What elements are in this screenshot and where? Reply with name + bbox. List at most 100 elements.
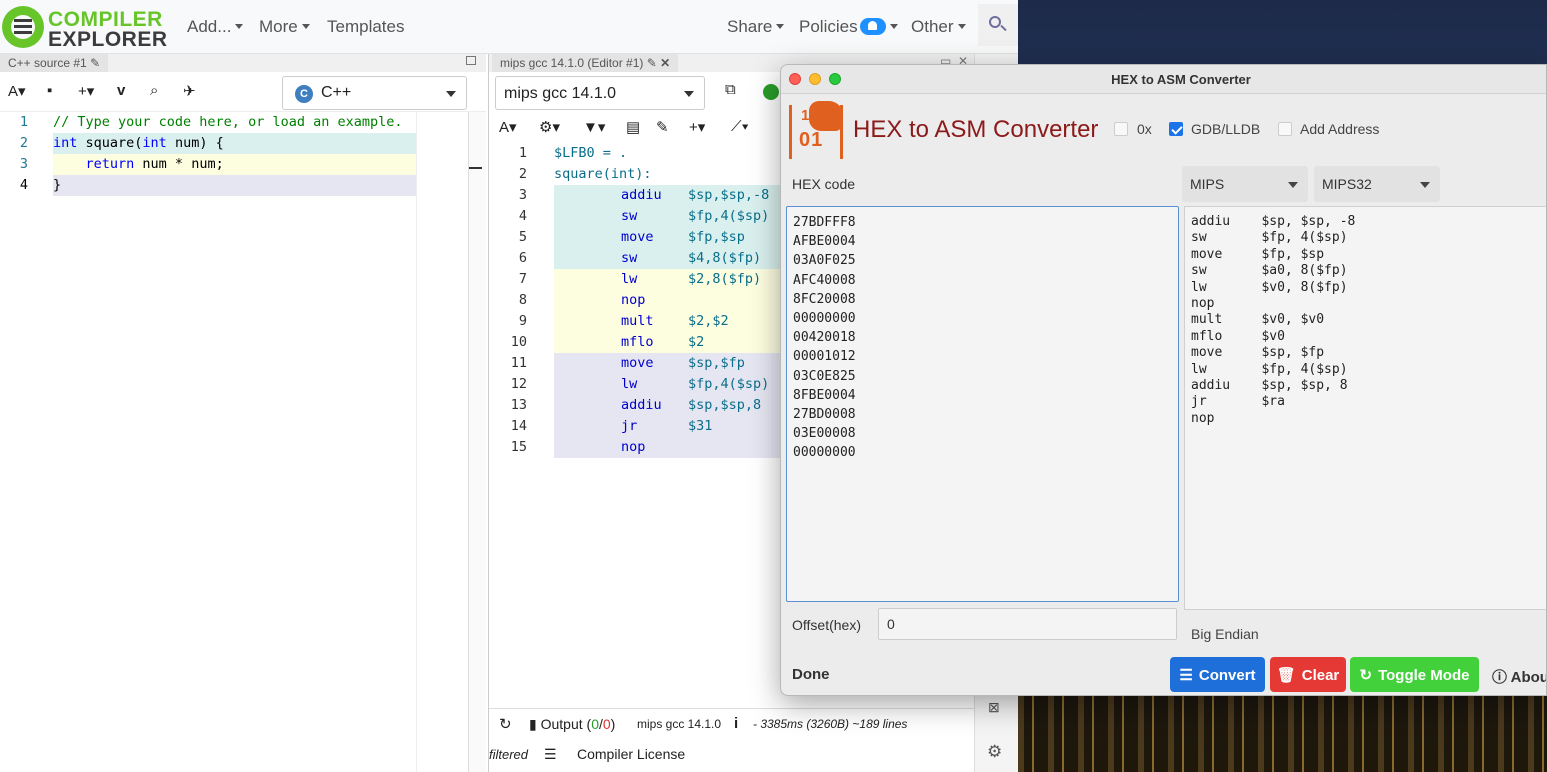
filter-icon[interactable]: ▼▾ (583, 118, 605, 136)
editor-scrollbar[interactable] (468, 112, 486, 772)
source-line[interactable]: 4} (0, 175, 416, 196)
code-text: } (53, 175, 416, 196)
book-icon[interactable]: ▤ (626, 118, 640, 136)
minimap[interactable] (416, 112, 468, 772)
vim-icon[interactable]: v (117, 82, 125, 99)
gear-icon[interactable]: ⚙▾ (539, 118, 560, 136)
menu-bars-icon (14, 19, 32, 35)
asm-operands: $2 (688, 334, 705, 350)
add-tool-icon[interactable]: +▾ (689, 118, 705, 136)
source-line[interactable]: 2 int square(int num) { (0, 133, 416, 154)
asm-opcode: jr (621, 418, 638, 434)
asm-line[interactable]: 10 mflo $2 (489, 332, 789, 353)
hex-to-asm-window: HEX to ASM Converter 1 01 HEX to ASM Conv… (780, 64, 1547, 696)
settings-gear-icon[interactable]: ⚙ (987, 742, 1002, 762)
source-line[interactable]: 1 // Type your code here, or load an exam… (0, 112, 416, 133)
checkbox-0x[interactable] (1114, 122, 1128, 136)
asm-line[interactable]: 15 nop (489, 437, 789, 458)
list-icon: ☰ (1179, 667, 1193, 684)
asm-options-toolbar: A▾ ⚙▾ ▼▾ ▤ ✎ +▾ ⟋▾ (489, 112, 789, 144)
pencil-icon[interactable]: ✎ (90, 56, 100, 70)
checkbox-gdb-lldb[interactable] (1169, 122, 1183, 136)
nav-other[interactable]: Other (911, 17, 966, 37)
asm-line[interactable]: 12 lw $fp,4($sp) (489, 374, 789, 395)
arch-select[interactable]: MIPS (1182, 166, 1308, 202)
popout-icon[interactable]: ⧉ (725, 81, 736, 98)
help-icon: ⓘ (1492, 669, 1508, 686)
compiler-select[interactable]: mips gcc 14.1.0 (495, 76, 705, 110)
wrench-icon[interactable]: ✎ (656, 118, 669, 136)
window-titlebar[interactable]: HEX to ASM Converter (781, 65, 1546, 94)
cppinsights-icon[interactable]: ⌕ (150, 82, 158, 99)
about-button[interactable]: ⓘ About (1492, 666, 1546, 687)
asm-line[interactable]: 8 nop (489, 290, 789, 311)
font-size-icon[interactable]: A▾ (499, 118, 517, 136)
line-number: 1 (19, 114, 28, 130)
asm-opcode: sw (621, 208, 638, 224)
tab-mips-gcc[interactable]: mips gcc 14.1.0 (Editor #1) ✎ ✕ (492, 54, 679, 72)
toggle-mode-button[interactable]: ↻ Toggle Mode (1350, 657, 1479, 692)
refresh-icon[interactable]: ↻ (499, 715, 512, 733)
nav-policies[interactable]: Policies (799, 17, 898, 37)
checkbox-add-address[interactable] (1278, 122, 1292, 136)
offset-input[interactable] (878, 608, 1177, 640)
asm-line[interactable]: 6 sw $4,8($fp) (489, 248, 789, 269)
filtered-label: filtered (489, 747, 529, 762)
asm-opcode: mflo (621, 334, 654, 350)
asm-line[interactable]: 2 square(int): (489, 164, 789, 185)
save-icon[interactable]: ▪ (47, 82, 52, 99)
offset-label: Offset(hex) (792, 617, 861, 633)
nav-add[interactable]: Add... (187, 17, 243, 37)
asm-operands: $sp,$fp (688, 355, 745, 371)
line-number: 15 (510, 439, 527, 455)
brush-icon[interactable]: ⟋▾ (731, 118, 749, 135)
asm-operands: $sp,$sp,8 (688, 397, 762, 413)
compiler-license-link[interactable]: Compiler License (577, 746, 685, 762)
quickbench-icon[interactable]: ✈ (183, 82, 196, 100)
dialog-heading: HEX to ASM Converter (853, 116, 1099, 143)
nav-more[interactable]: More (259, 17, 310, 37)
nav-share[interactable]: Share (727, 17, 784, 37)
font-size-icon[interactable]: A▾ (8, 82, 26, 100)
mode-select[interactable]: MIPS32 (1314, 166, 1440, 202)
asm-line[interactable]: 14 jr $31 (489, 416, 789, 437)
asm-operands: $fp,4($sp) (688, 376, 770, 392)
asm-line[interactable]: 13 addiu $sp,$sp,8 (489, 395, 789, 416)
done-button[interactable]: Done (792, 666, 830, 683)
source-editor[interactable]: 1 // Type your code here, or load an exam… (0, 112, 486, 772)
asm-line[interactable]: 5 move $fp,$sp (489, 227, 789, 248)
language-select[interactable]: C C++ (282, 76, 467, 110)
compiler-name-label: mips gcc 14.1.0 (637, 717, 722, 731)
hex-code-input[interactable]: 27BDFFF8 AFBE0004 03A0F025 AFC40008 8FC2… (786, 206, 1179, 602)
asm-operands: $fp,$sp (688, 229, 745, 245)
asm-line[interactable]: 3 addiu $sp,$sp,-8 (489, 185, 789, 206)
asm-line[interactable]: 1 $LFB0 = . (489, 143, 789, 164)
tab-cpp-source[interactable]: C++ source #1 ✎ (0, 54, 109, 72)
add-pane-icon[interactable]: +▾ (78, 82, 94, 100)
asm-line[interactable]: 11 move $sp,$fp (489, 353, 789, 374)
license-bar: filtered ☰ Compiler License (489, 740, 975, 770)
asm-operands: $2,$2 (688, 313, 729, 329)
line-number: 14 (510, 418, 527, 434)
asm-line[interactable]: 4 sw $fp,4($sp) (489, 206, 789, 227)
source-toolbar: A▾ ▪ +▾ v ⌕ ✈ C C++ (0, 72, 486, 112)
source-line[interactable]: 3 return num * num; (0, 154, 416, 175)
info-icon[interactable]: i (734, 715, 738, 732)
nav-templates[interactable]: Templates (327, 17, 404, 37)
output-button[interactable]: ▮ Output (0/0) (529, 716, 615, 733)
asm-line[interactable]: 9 mult $2,$2 (489, 311, 789, 332)
convert-button[interactable]: ☰ Convert (1170, 657, 1265, 692)
search-button[interactable] (978, 4, 1018, 46)
asm-operands: $4,8($fp) (688, 250, 762, 266)
assembly-output[interactable]: 1 $LFB0 = . 2 square(int): 3 addiu $sp,$sp,-8 4… (489, 143, 789, 463)
compiler-explorer-logo[interactable]: COMPILER EXPLORER (2, 4, 167, 52)
clear-button[interactable]: 🗑 Clear (1270, 657, 1346, 692)
close-x-icon[interactable]: ⊠ (988, 699, 1000, 716)
asm-output-area[interactable]: addiu $sp, $sp, -8 sw $fp, 4($sp) move $… (1184, 206, 1546, 610)
asm-line[interactable]: 7 lw $2,8($fp) (489, 269, 789, 290)
line-number: 8 (518, 292, 527, 308)
maximize-icon[interactable] (466, 56, 476, 65)
top-navbar: COMPILER EXPLORER Add... More Templates … (0, 0, 1018, 54)
refresh-icon: ↻ (1359, 667, 1373, 684)
compile-ok-icon (763, 84, 779, 100)
